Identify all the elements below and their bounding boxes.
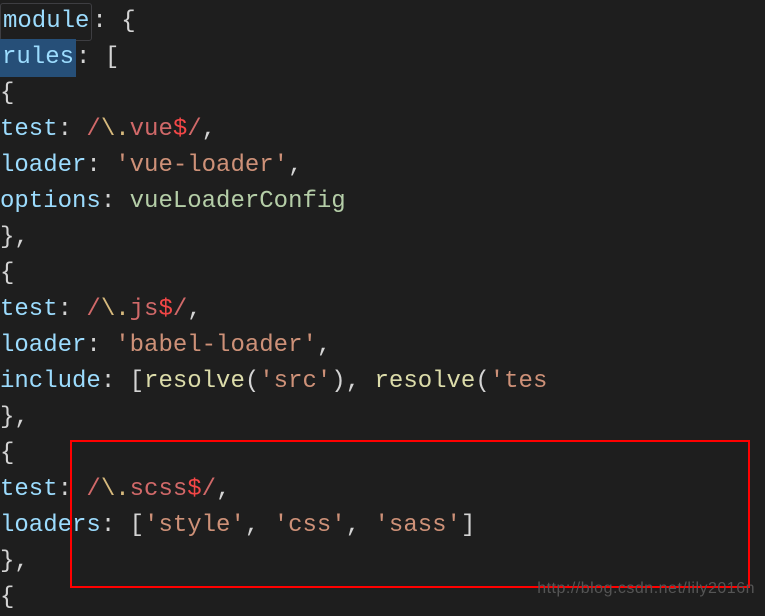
property-test: test [0, 112, 58, 148]
code-line: }, [0, 220, 765, 256]
code-line: test: /\.scss$/, [0, 472, 765, 508]
property-loaders: loaders [0, 508, 101, 544]
code-line: { [0, 436, 765, 472]
property-test: test [0, 472, 58, 508]
property-rules: rules [0, 39, 76, 77]
code-line: loader: 'vue-loader', [0, 148, 765, 184]
function-resolve: resolve [144, 364, 245, 400]
variable-vueLoaderConfig: vueLoaderConfig [130, 184, 346, 220]
code-line: { [0, 76, 765, 112]
code-line: test: /\.vue$/, [0, 112, 765, 148]
property-module: module [0, 3, 92, 41]
property-options: options [0, 184, 101, 220]
watermark-text: http://blog.csdn.net/lily2016n [537, 577, 755, 601]
code-line: test: /\.js$/, [0, 292, 765, 328]
property-loader: loader [0, 328, 86, 364]
function-resolve: resolve [375, 364, 476, 400]
property-include: include [0, 364, 101, 400]
code-line: rules: [ [0, 40, 765, 76]
property-loader: loader [0, 148, 86, 184]
code-line: }, [0, 544, 765, 580]
code-line: { [0, 256, 765, 292]
code-line: loader: 'babel-loader', [0, 328, 765, 364]
code-line: options: vueLoaderConfig [0, 184, 765, 220]
code-line: }, [0, 400, 765, 436]
code-line: include: [resolve('src'), resolve('tes [0, 364, 765, 400]
property-test: test [0, 292, 58, 328]
code-line: loaders: ['style', 'css', 'sass'] [0, 508, 765, 544]
code-line: module: { [0, 4, 765, 40]
code-editor[interactable]: module: { rules: [ { test: /\.vue$/, loa… [0, 4, 765, 616]
